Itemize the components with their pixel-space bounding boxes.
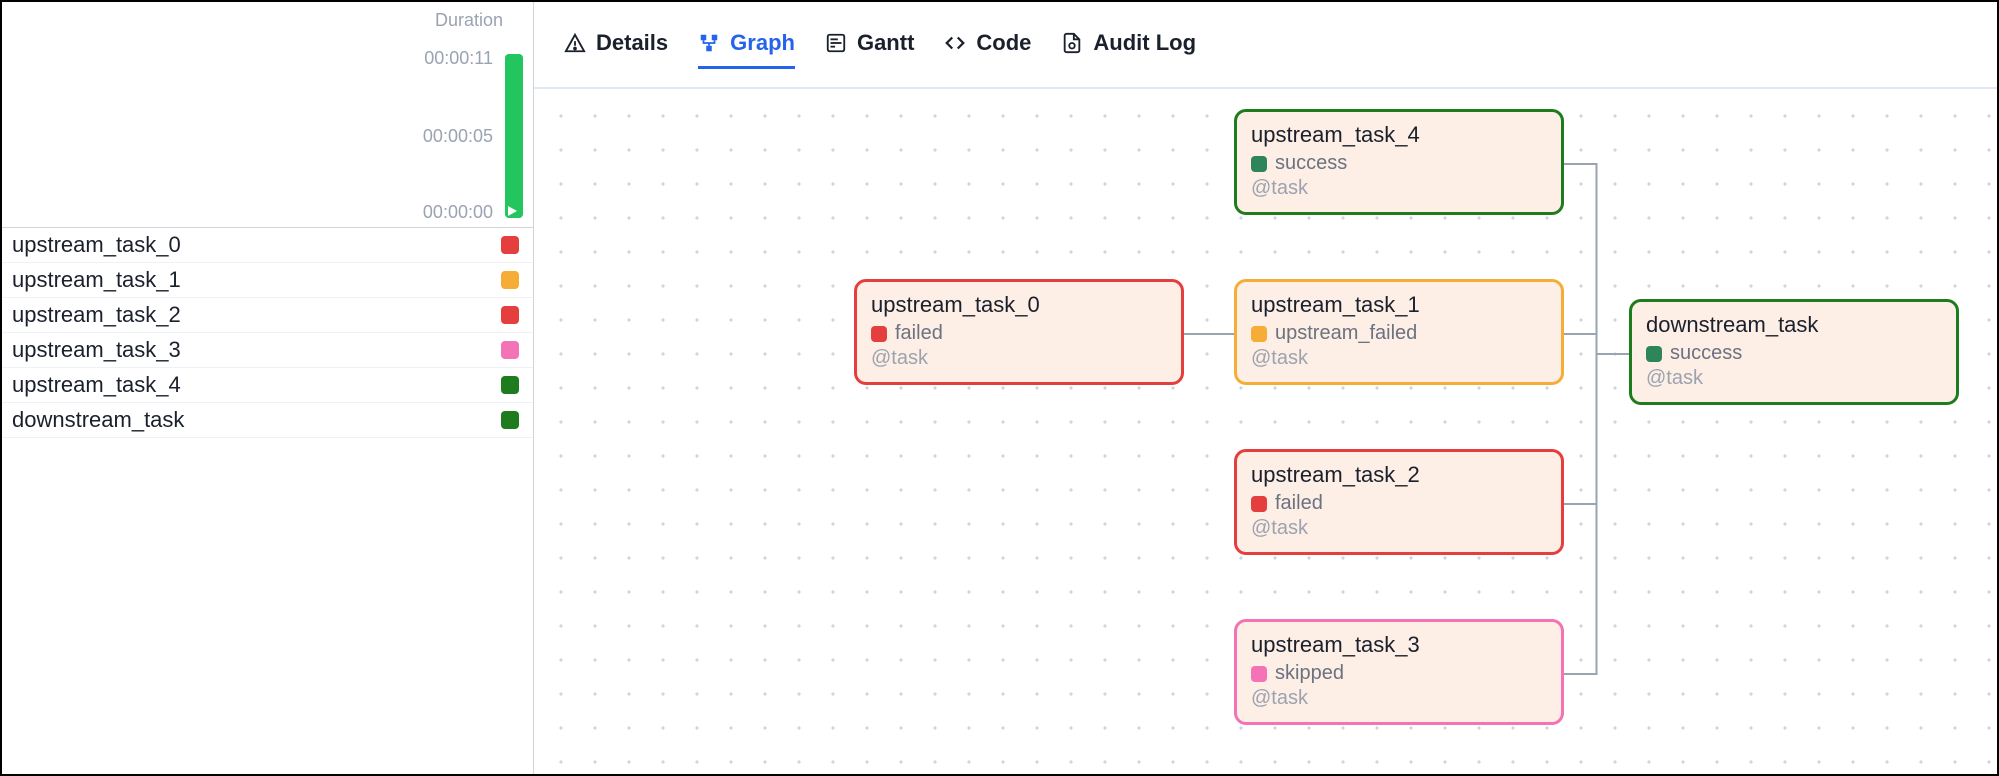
task-row-label: upstream_task_3 [12,337,181,363]
tab-bar: Details Graph Gantt Code Audit Log [534,2,1997,89]
node-status-text: success [1670,342,1742,365]
task-row-label: upstream_task_1 [12,267,181,293]
graph-canvas[interactable]: upstream_task_4success@taskupstream_task… [534,89,1997,774]
tab-label: Gantt [857,30,914,56]
tab-details[interactable]: Details [564,30,668,69]
play-icon [508,206,517,216]
edge-upstream_task_4-downstream_task [1564,164,1629,354]
status-swatch [501,306,519,324]
task-row-upstream_task_2[interactable]: upstream_task_2 [2,298,533,333]
task-row-upstream_task_4[interactable]: upstream_task_4 [2,368,533,403]
node-upstream_task_4[interactable]: upstream_task_4success@task [1234,109,1564,215]
task-row-upstream_task_0[interactable]: upstream_task_0 [2,228,533,263]
node-title: upstream_task_4 [1251,122,1547,148]
node-upstream_task_0[interactable]: upstream_task_0failed@task [854,279,1184,385]
status-swatch [1251,326,1267,342]
node-decorator: @task [1251,687,1547,710]
status-swatch [1251,496,1267,512]
duration-bar[interactable] [505,54,523,218]
node-status-text: skipped [1275,662,1344,685]
node-status: success [1646,342,1942,365]
tab-gantt[interactable]: Gantt [825,30,914,69]
sidebar: Duration 00:00:11 00:00:05 00:00:00 upst… [2,2,534,774]
node-status-text: failed [895,322,943,345]
node-decorator: @task [1251,177,1547,200]
node-status: success [1251,152,1547,175]
node-downstream_task[interactable]: downstream_tasksuccess@task [1629,299,1959,405]
node-status-text: upstream_failed [1275,322,1417,345]
tab-graph[interactable]: Graph [698,30,795,69]
main-panel: Details Graph Gantt Code Audit Log upstream_… [534,2,1997,774]
node-status: failed [871,322,1167,345]
task-row-label: upstream_task_2 [12,302,181,328]
task-row-label: downstream_task [12,407,184,433]
tab-label: Graph [730,30,795,56]
task-row-upstream_task_1[interactable]: upstream_task_1 [2,263,533,298]
status-swatch [501,236,519,254]
edge-upstream_task_2-downstream_task [1564,354,1629,504]
status-swatch [871,326,887,342]
duration-label: Duration [435,10,503,31]
duration-tick: 00:00:05 [423,126,493,147]
node-title: upstream_task_1 [1251,292,1547,318]
tab-label: Audit Log [1093,30,1196,56]
node-title: downstream_task [1646,312,1942,338]
node-decorator: @task [1646,367,1942,390]
status-swatch [1251,666,1267,682]
node-status: skipped [1251,662,1547,685]
tab-label: Details [596,30,668,56]
node-decorator: @task [1251,347,1547,370]
task-list: upstream_task_0 upstream_task_1 upstream_t… [2,227,533,438]
tab-label: Code [976,30,1031,56]
node-upstream_task_1[interactable]: upstream_task_1 upstream_failed@task [1234,279,1564,385]
duration-tick: 00:00:00 [423,202,493,223]
node-title: upstream_task_2 [1251,462,1547,488]
task-row-upstream_task_3[interactable]: upstream_task_3 [2,333,533,368]
status-swatch [501,271,519,289]
node-decorator: @task [871,347,1167,370]
task-row-downstream_task[interactable]: downstream_task [2,403,533,438]
node-status: upstream_failed [1251,322,1547,345]
node-status-text: failed [1275,492,1323,515]
duration-tick: 00:00:11 [424,48,493,69]
duration-panel: Duration 00:00:11 00:00:05 00:00:00 [2,2,533,227]
auditlog-icon [1061,32,1083,54]
node-status-text: success [1275,152,1347,175]
status-swatch [1646,346,1662,362]
node-title: upstream_task_0 [871,292,1167,318]
tab-code[interactable]: Code [944,30,1031,69]
gantt-icon [825,32,847,54]
node-decorator: @task [1251,517,1547,540]
status-swatch [501,376,519,394]
details-icon [564,32,586,54]
code-icon [944,32,966,54]
status-swatch [501,411,519,429]
task-row-label: upstream_task_0 [12,232,181,258]
tab-auditlog[interactable]: Audit Log [1061,30,1196,69]
node-title: upstream_task_3 [1251,632,1547,658]
edge-upstream_task_1-downstream_task [1564,334,1629,354]
node-status: failed [1251,492,1547,515]
task-row-label: upstream_task_4 [12,372,181,398]
node-upstream_task_2[interactable]: upstream_task_2failed@task [1234,449,1564,555]
app-root: Duration 00:00:11 00:00:05 00:00:00 upst… [0,0,1999,776]
node-upstream_task_3[interactable]: upstream_task_3skipped@task [1234,619,1564,725]
graph-icon [698,32,720,54]
status-swatch [501,341,519,359]
status-swatch [1251,156,1267,172]
edge-upstream_task_3-downstream_task [1564,354,1629,674]
